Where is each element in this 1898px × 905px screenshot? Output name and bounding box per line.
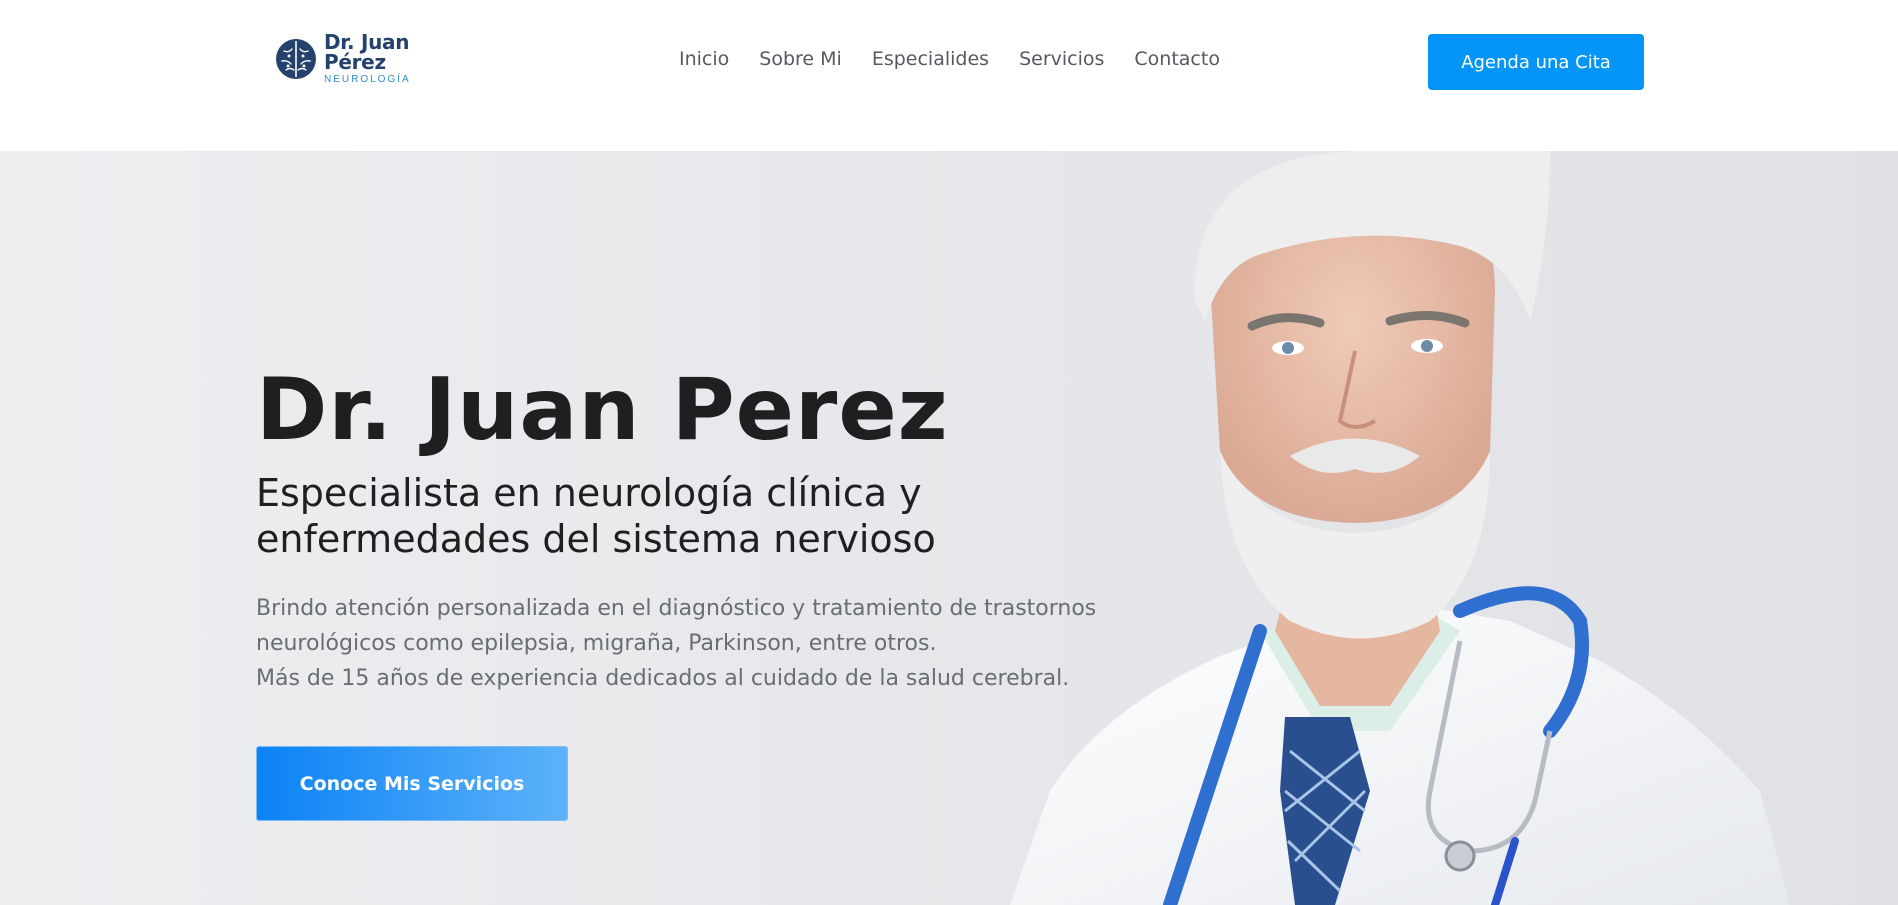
doctor-portrait — [1010, 151, 1790, 905]
brand-logo[interactable]: Dr. Juan Pérez NEUROLOGÍA — [274, 32, 424, 85]
brand-text: Dr. Juan Pérez NEUROLOGÍA — [324, 32, 424, 85]
nav-item-contacto[interactable]: Contacto — [1134, 48, 1220, 70]
site-header: Dr. Juan Pérez NEUROLOGÍA Inicio Sobre M… — [0, 0, 1898, 151]
hero-section: Dr. Juan Perez Especialista en neurologí… — [0, 151, 1898, 905]
nav-item-sobre-mi[interactable]: Sobre Mi — [759, 48, 842, 70]
hero-description: Brindo atención personalizada en el diag… — [256, 591, 1156, 696]
main-nav: Inicio Sobre Mi Especialides Servicios C… — [679, 48, 1220, 70]
hero-description-line: Más de 15 años de experiencia dedicados … — [256, 666, 1070, 691]
hero-subtitle: Especialista en neurología clínica y enf… — [256, 471, 936, 561]
nav-item-inicio[interactable]: Inicio — [679, 48, 729, 70]
hero-description-line: Brindo atención personalizada en el diag… — [256, 596, 1097, 621]
hero-description-line: neurológicos como epilepsia, migraña, Pa… — [256, 631, 937, 656]
brain-icon — [276, 38, 316, 79]
nav-item-especialides[interactable]: Especialides — [872, 48, 989, 70]
nav-item-servicios[interactable]: Servicios — [1019, 48, 1104, 70]
services-button[interactable]: Conoce Mis Servicios — [256, 746, 568, 821]
brand-subtitle: NEUROLOGÍA — [324, 74, 411, 85]
book-appointment-button[interactable]: Agenda una Cita — [1428, 34, 1644, 90]
brand-name: Dr. Juan Pérez — [324, 30, 410, 74]
hero-title: Dr. Juan Perez — [256, 360, 949, 460]
